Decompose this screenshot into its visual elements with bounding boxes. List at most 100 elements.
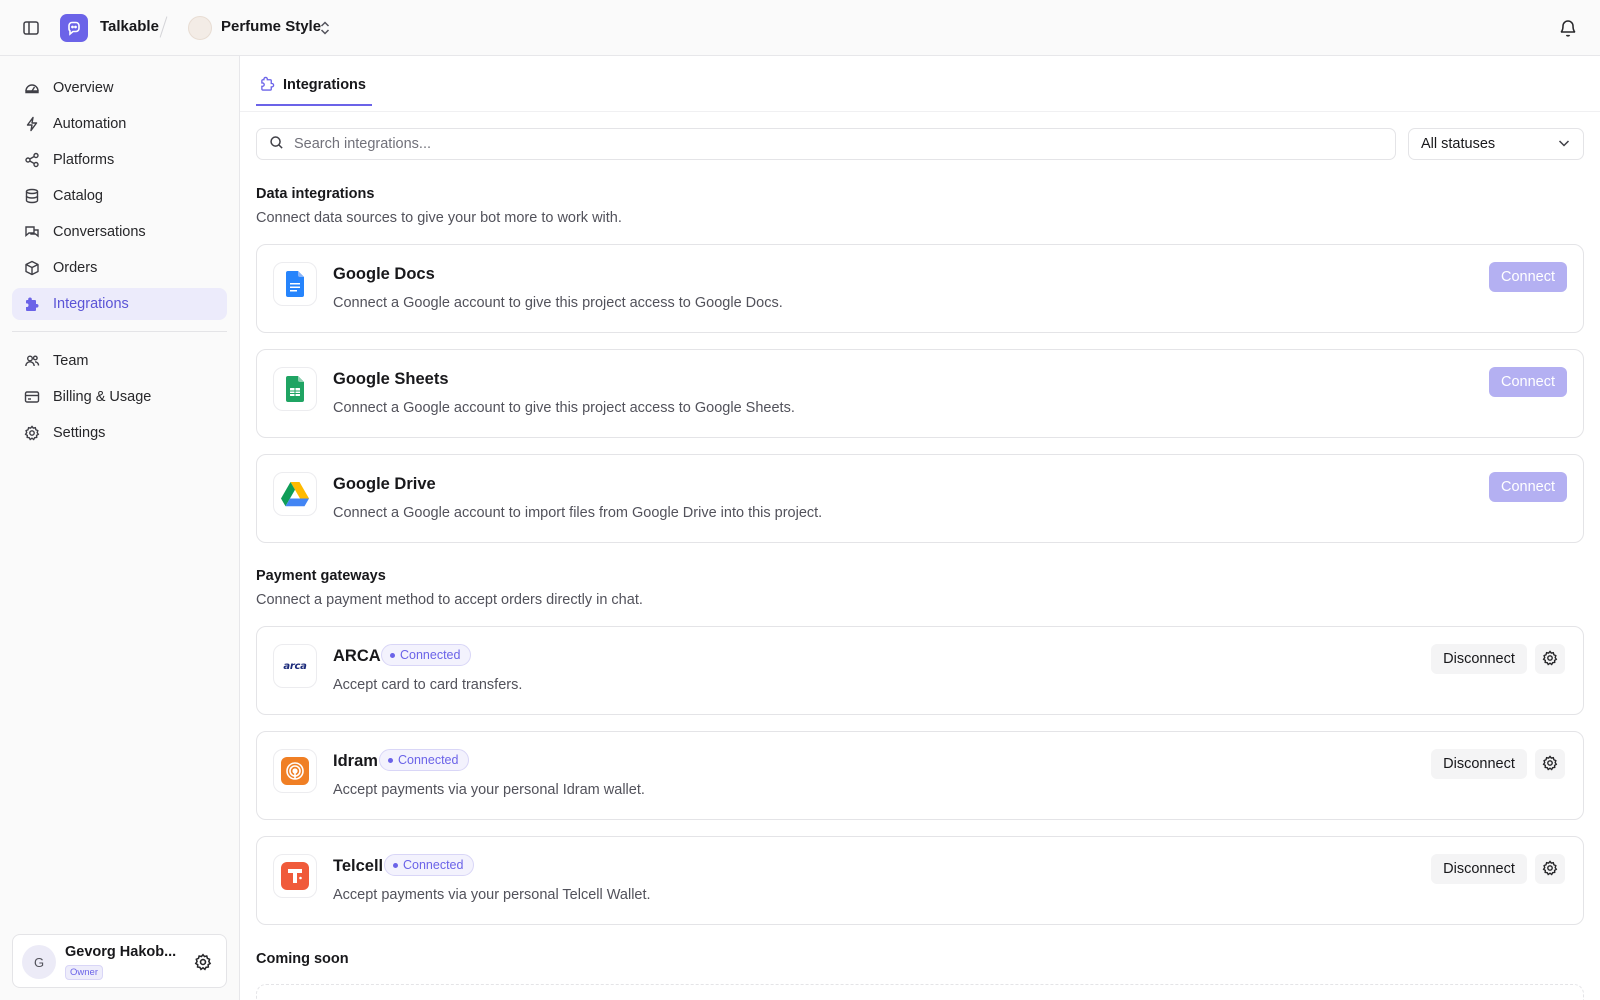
tab-label: Integrations <box>283 77 366 93</box>
section-description: Connect data sources to give your bot mo… <box>256 210 622 226</box>
section-title-data-integrations: Data integrations <box>256 186 375 202</box>
integration-description: Connect a Google account to give this pr… <box>333 400 795 416</box>
integration-card-google-sheets: Google Sheets Connect a Google account t… <box>256 349 1584 438</box>
integration-description: Connect a Google account to give this pr… <box>333 295 783 311</box>
sidebar: Overview Automation Platforms Catalog Co… <box>0 56 240 1000</box>
sidebar-item-label: Orders <box>53 260 98 276</box>
gear-icon <box>1542 859 1558 879</box>
bolt-icon <box>24 116 40 132</box>
arca-logo-icon: arca <box>273 644 317 688</box>
sidebar-item-conversations[interactable]: Conversations <box>12 216 227 248</box>
sidebar-item-orders[interactable]: Orders <box>12 252 227 284</box>
integration-name: ARCA <box>333 647 381 665</box>
user-settings-gear-icon[interactable] <box>194 953 212 971</box>
status-filter-select[interactable]: All statuses <box>1408 128 1584 160</box>
sidebar-item-platforms[interactable]: Platforms <box>12 144 227 176</box>
gear-icon <box>24 425 40 441</box>
integration-name: Idram <box>333 752 378 770</box>
integration-card-google-drive: Google Drive Connect a Google account to… <box>256 454 1584 543</box>
dashboard-gauge-icon <box>24 80 40 96</box>
sidebar-item-label: Team <box>53 353 89 369</box>
sidebar-item-label: Conversations <box>53 224 146 240</box>
sidebar-toggle-icon[interactable] <box>22 19 40 37</box>
user-name: Gevorg Hakob... <box>65 944 177 960</box>
search-input[interactable] <box>294 136 1374 152</box>
disconnect-button[interactable]: Disconnect <box>1431 854 1527 884</box>
status-filter-value: All statuses <box>1421 136 1496 152</box>
integration-description: Connect a Google account to import files… <box>333 505 823 521</box>
sidebar-item-billing[interactable]: Billing & Usage <box>12 381 227 413</box>
breadcrumb-separator <box>159 16 168 38</box>
chevron-down-icon <box>1557 136 1571 153</box>
connect-button[interactable]: Connect <box>1489 472 1567 502</box>
status-badge: Connected <box>381 644 472 666</box>
main-content: Integrations All statuses Data integrati… <box>240 56 1600 1000</box>
telcell-logo-icon <box>273 854 317 898</box>
integration-name: Google Sheets <box>333 370 449 388</box>
section-description: Connect a payment method to accept order… <box>256 592 643 608</box>
sidebar-item-team[interactable]: Team <box>12 345 227 377</box>
disconnect-button[interactable]: Disconnect <box>1431 644 1527 674</box>
status-badge: Connected <box>384 854 475 876</box>
user-menu[interactable]: G Gevorg Hakob... Owner <box>12 934 227 988</box>
bell-icon[interactable] <box>1558 18 1578 38</box>
section-title-payment-gateways: Payment gateways <box>256 568 386 584</box>
connect-button[interactable]: Connect <box>1489 367 1567 397</box>
sidebar-item-label: Platforms <box>53 152 115 168</box>
integration-card-google-docs: Google Docs Connect a Google account to … <box>256 244 1584 333</box>
avatar: G <box>22 945 56 979</box>
status-badge-label: Connected <box>403 858 464 872</box>
status-badge-label: Connected <box>398 753 459 767</box>
section-title-coming-soon: Coming soon <box>256 951 349 967</box>
project-switcher[interactable]: Perfume Style <box>221 18 321 35</box>
sidebar-item-label: Settings <box>53 425 106 441</box>
integration-card-telcell: Telcell Connected Accept payments via yo… <box>256 836 1584 925</box>
status-badge-label: Connected <box>400 648 461 662</box>
database-icon <box>24 188 40 204</box>
integration-name: Telcell <box>333 857 384 875</box>
tab-bar: Integrations <box>240 56 1600 112</box>
sidebar-item-overview[interactable]: Overview <box>12 72 227 104</box>
status-badge: Connected <box>379 749 470 771</box>
share-nodes-icon <box>24 152 40 168</box>
app-logo <box>60 14 88 42</box>
gear-icon <box>1542 754 1558 774</box>
sidebar-item-catalog[interactable]: Catalog <box>12 180 227 212</box>
google-sheets-icon <box>273 367 317 411</box>
credit-card-icon <box>24 389 40 405</box>
gateway-settings-button[interactable] <box>1535 854 1565 884</box>
disconnect-button[interactable]: Disconnect <box>1431 749 1527 779</box>
sidebar-item-automation[interactable]: Automation <box>12 108 227 140</box>
gateway-settings-button[interactable] <box>1535 644 1565 674</box>
sidebar-item-label: Automation <box>53 116 127 132</box>
sidebar-item-settings[interactable]: Settings <box>12 417 227 449</box>
sidebar-item-label: Billing & Usage <box>53 389 152 405</box>
gateway-settings-button[interactable] <box>1535 749 1565 779</box>
integration-name: Google Drive <box>333 475 436 493</box>
google-docs-icon <box>273 262 317 306</box>
sidebar-item-integrations[interactable]: Integrations <box>12 288 227 320</box>
search-icon <box>269 135 284 153</box>
gear-icon <box>1542 649 1558 669</box>
chat-bubbles-icon <box>24 224 40 240</box>
puzzle-icon <box>260 76 275 94</box>
integration-name: Google Docs <box>333 265 435 283</box>
chevron-up-down-icon[interactable] <box>318 19 332 37</box>
role-badge: Owner <box>65 965 103 980</box>
connect-button[interactable]: Connect <box>1489 262 1567 292</box>
status-dot <box>393 862 398 868</box>
status-dot <box>390 652 395 658</box>
coming-soon-card <box>256 984 1584 1000</box>
tab-integrations[interactable]: Integrations <box>256 66 372 106</box>
box-icon <box>24 260 40 276</box>
sidebar-divider <box>12 331 227 332</box>
sidebar-item-label: Catalog <box>53 188 103 204</box>
integration-description: Accept payments via your personal Telcel… <box>333 887 651 903</box>
puzzle-icon <box>24 296 40 312</box>
idram-logo-icon <box>273 749 317 793</box>
users-icon <box>24 353 40 369</box>
arca-logo-text: arca <box>283 660 307 672</box>
search-box <box>256 128 1396 160</box>
integration-description: Accept card to card transfers. <box>333 677 523 693</box>
status-dot <box>388 757 393 763</box>
